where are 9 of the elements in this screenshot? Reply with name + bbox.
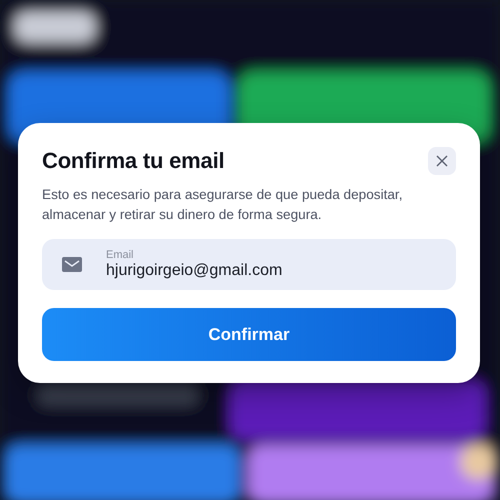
dialog-title: Confirma tu email <box>42 148 224 174</box>
field-label: Email <box>106 249 135 262</box>
close-button[interactable] <box>428 147 456 175</box>
envelope-icon <box>62 257 82 272</box>
dialog-description: Esto es necesario para asegurarse de que pueda depositar, almacenar y retirar su dinero de forma segura. <box>42 186 404 224</box>
close-icon <box>436 155 448 167</box>
confirm-button[interactable]: Confirmar <box>42 308 456 361</box>
email-input-box[interactable]: Email hjurigoirgeio@gmail.com <box>42 239 456 290</box>
email-field[interactable]: hjurigoirgeio@gmail.com <box>106 262 406 280</box>
